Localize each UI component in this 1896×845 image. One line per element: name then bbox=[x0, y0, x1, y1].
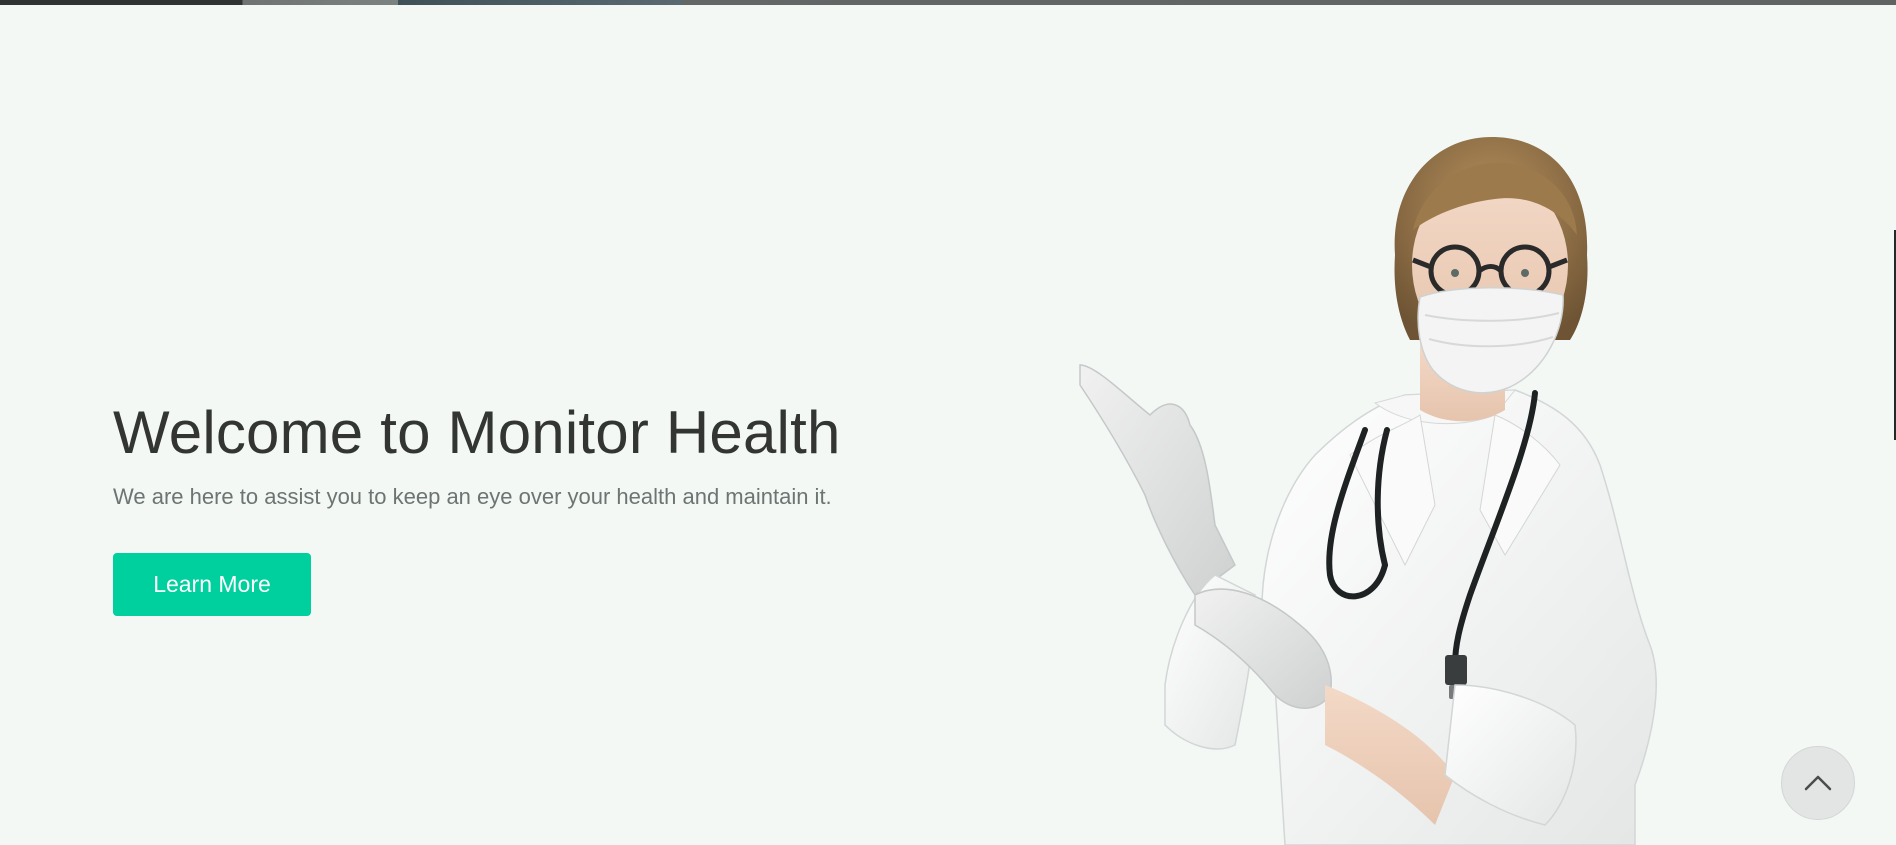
doctor-image bbox=[1079, 136, 1657, 845]
hero-text-block: Welcome to Monitor Health We are here to… bbox=[113, 398, 1013, 512]
top-image-strip bbox=[0, 0, 1896, 5]
hero-subtitle: We are here to assist you to keep an eye… bbox=[113, 484, 832, 509]
hero-title: Welcome to Monitor Health bbox=[113, 399, 841, 466]
hero-page: Welcome to Monitor Health We are here to… bbox=[0, 0, 1896, 845]
chevron-up-icon bbox=[1804, 775, 1832, 791]
scroll-to-top-button[interactable] bbox=[1781, 746, 1855, 820]
learn-more-button[interactable]: Learn More bbox=[113, 553, 311, 616]
